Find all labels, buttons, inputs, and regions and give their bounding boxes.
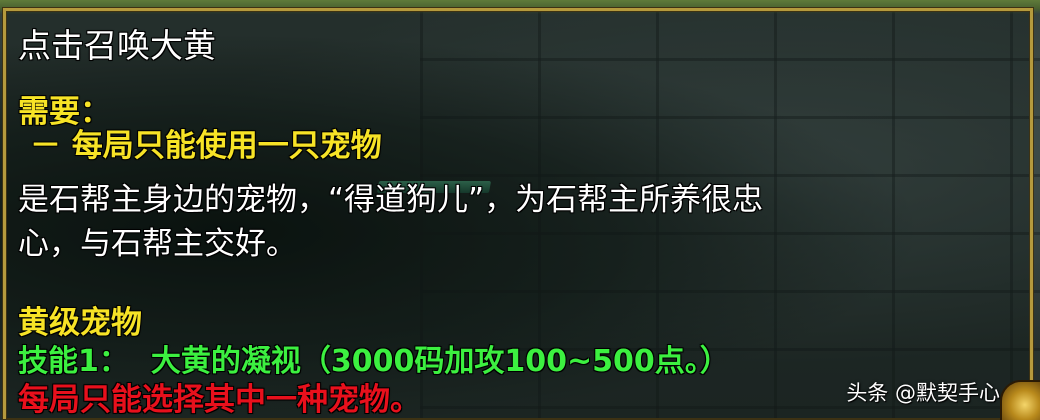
description-line-1: 是石帮主身边的宠物，“得道狗儿”，为石帮主所养很忠 [18,182,764,218]
tooltip-title: 点击召唤大黄 [18,26,216,65]
requirement-item: － 每局只能使用一只宠物 [30,128,382,164]
description-line-2: 心，与石帮主交好。 [18,226,297,262]
game-corner-badge-icon[interactable] [1002,382,1040,420]
warning-text: 每局只能选择其中一种宠物。 [18,382,421,418]
watermark: 头条 @默契手心 [846,381,1000,405]
